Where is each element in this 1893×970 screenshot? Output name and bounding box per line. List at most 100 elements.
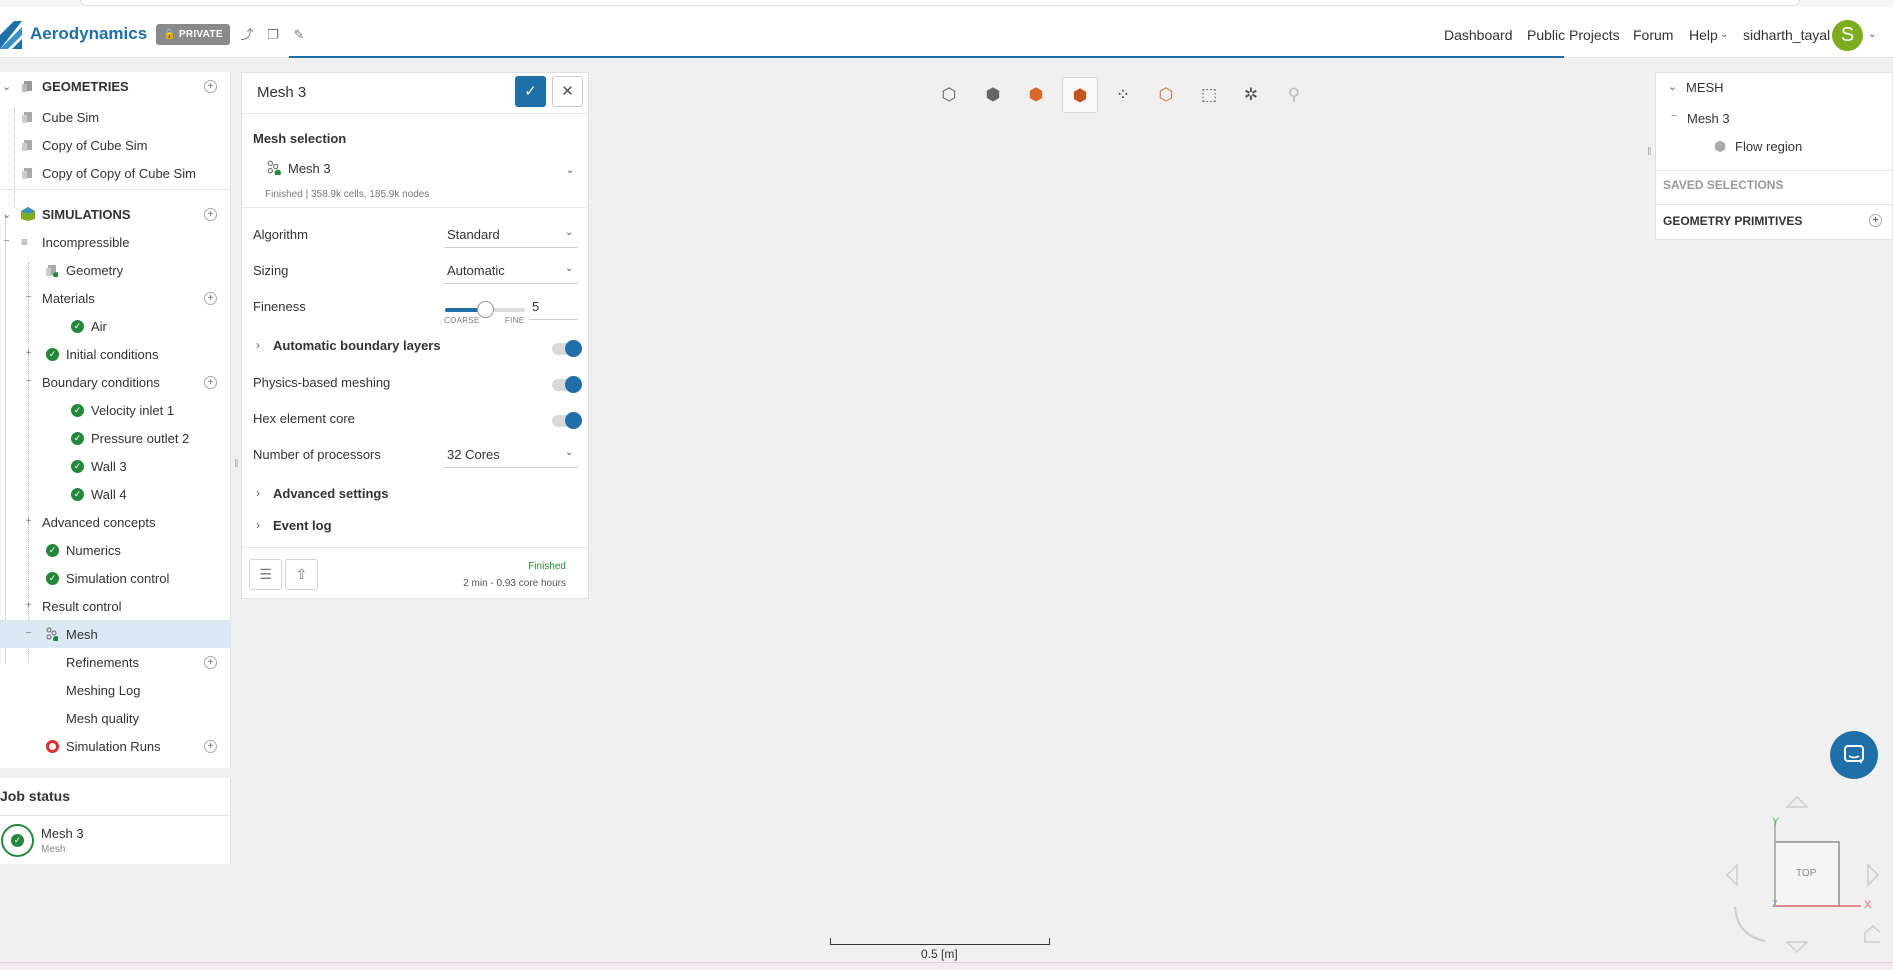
tree-item-meshing-log[interactable]: Meshing Log [0, 676, 231, 704]
user-chevron-down-icon[interactable]: ⌄ [1868, 29, 1876, 40]
edit-icon[interactable]: ✎ [291, 27, 307, 43]
tree-item-boundary-1[interactable]: ✓ Velocity inlet 1 [0, 396, 231, 424]
tree-item-numerics[interactable]: ✓ Numerics [0, 536, 231, 564]
saved-selections-section[interactable]: SAVED SELECTIONS [1656, 178, 1893, 198]
chevron-down-icon[interactable]: ⌄ [1668, 80, 1677, 93]
mesh-clip-tool[interactable]: ✲ [1233, 77, 1269, 113]
home-view-icon [1864, 925, 1880, 943]
hex-core-toggle[interactable] [552, 412, 582, 429]
fineness-input[interactable]: 5 [532, 299, 539, 314]
job-name[interactable]: Mesh 3 [41, 826, 84, 841]
collapse-icon[interactable]: − [24, 376, 33, 387]
add-geometry-icon[interactable]: + [204, 79, 217, 93]
collapse-icon[interactable]: − [24, 292, 33, 303]
check-icon: ✓ [524, 83, 537, 100]
tree-item-advanced-concepts[interactable]: + Advanced concepts [0, 508, 231, 536]
add-primitive-icon[interactable]: + [1869, 214, 1882, 227]
nav-forum[interactable]: Forum [1633, 27, 1673, 43]
nav-help[interactable]: Help [1689, 27, 1718, 43]
username[interactable]: sidharth_tayal [1743, 27, 1830, 43]
box-select-tool[interactable]: ⬚ [1191, 77, 1227, 113]
add-boundary-icon[interactable]: + [204, 375, 217, 389]
geometry-label: Copy of Cube Sim [42, 137, 148, 153]
upload-button[interactable]: ⇧ [285, 559, 318, 590]
help-chevron-down-icon[interactable]: ⌄ [1720, 29, 1728, 40]
tree-item-boundary-2[interactable]: ✓ Pressure outlet 2 [0, 424, 231, 452]
chevron-down-icon[interactable]: ⌄ [2, 208, 11, 221]
processors-select[interactable]: 32 Cores [447, 447, 500, 462]
expand-icon[interactable]: + [24, 348, 33, 359]
tree-item-mesh[interactable]: − Mesh [0, 620, 231, 648]
view-wireframe-tool[interactable]: ⬡ [931, 77, 967, 113]
tree-item-geometry-1[interactable]: Cube Sim [0, 103, 231, 131]
mesh-section-header[interactable]: ⌄ MESH [1656, 80, 1893, 100]
tree-item-boundary-conditions[interactable]: − Boundary conditions + [0, 368, 231, 396]
view-solid-tool[interactable]: ⬢ [1018, 77, 1054, 113]
view-solid-edges-tool[interactable]: ⬢ [1062, 77, 1098, 113]
add-simulation-icon[interactable]: + [204, 207, 217, 221]
tree-item-materials[interactable]: − Materials + [0, 284, 231, 312]
nav-public-projects[interactable]: Public Projects [1527, 27, 1620, 43]
tree-item-simulation-runs[interactable]: Simulation Runs + [0, 732, 231, 760]
avatar[interactable]: S [1832, 20, 1863, 51]
confirm-button[interactable]: ✓ [515, 76, 546, 107]
algorithm-select[interactable]: Standard [447, 227, 500, 242]
view-surface-tool[interactable]: ⬢ [975, 77, 1011, 113]
tree-item-geometry-2[interactable]: Copy of Cube Sim [0, 131, 231, 159]
boundary-label: Pressure outlet 2 [91, 430, 190, 446]
event-log-label[interactable]: Event log [273, 518, 332, 533]
probe-tool[interactable]: ⚲ [1276, 77, 1312, 113]
chat-support-button[interactable] [1830, 731, 1878, 779]
splitter-handle[interactable]: ‖ [234, 458, 239, 470]
tree-item-mesh-quality[interactable]: Mesh quality [0, 704, 231, 732]
tree-item-result-control[interactable]: + Result control [0, 592, 231, 620]
share-icon[interactable]: ⤴ [239, 27, 255, 43]
tree-item-refinements[interactable]: Refinements + [0, 648, 231, 676]
chevron-down-icon[interactable]: ⌄ [565, 227, 573, 238]
tree-item-air[interactable]: ✓ Air [0, 312, 231, 340]
flow-region-item[interactable]: ⬢ Flow region [1656, 138, 1893, 159]
auto-boundary-toggle[interactable] [552, 340, 582, 357]
tree-item-simulation-control[interactable]: ✓ Simulation control [0, 564, 231, 592]
tree-item-boundary-3[interactable]: ✓ Wall 3 [0, 452, 231, 480]
add-refinement-icon[interactable]: + [204, 655, 217, 669]
collapse-icon[interactable]: − [1671, 111, 1677, 122]
right-splitter-handle[interactable]: ‖ [1647, 146, 1652, 158]
geometry-primitives-section[interactable]: GEOMETRY PRIMITIVES + [1656, 214, 1893, 234]
chevron-right-icon[interactable]: › [256, 486, 260, 500]
mesh-item[interactable]: − Mesh 3 [1656, 111, 1893, 131]
nav-dashboard[interactable]: Dashboard [1444, 27, 1513, 43]
view-cube-label[interactable]: TOP [1796, 868, 1816, 879]
chevron-right-icon[interactable]: › [256, 338, 260, 352]
close-button[interactable]: ✕ [552, 76, 583, 107]
view-transparent-tool[interactable]: ⬡ [1148, 77, 1184, 113]
project-title[interactable]: Aerodynamics [30, 24, 147, 44]
list-button[interactable]: ☰ [249, 559, 282, 590]
sizing-select[interactable]: Automatic [447, 263, 505, 278]
collapse-icon[interactable]: − [2, 236, 11, 247]
add-material-icon[interactable]: + [204, 291, 217, 305]
geometry-label: Cube Sim [42, 109, 100, 125]
view-points-tool[interactable]: ⁘ [1105, 77, 1141, 113]
tree-item-boundary-4[interactable]: ✓ Wall 4 [0, 480, 231, 508]
advanced-settings-label[interactable]: Advanced settings [273, 486, 389, 501]
geometries-section[interactable]: ⌄ GEOMETRIES + [0, 72, 231, 100]
copy-icon[interactable]: ❐ [265, 27, 281, 43]
tree-item-geometry[interactable]: Geometry [0, 256, 231, 284]
chevron-right-icon[interactable]: › [256, 518, 260, 532]
simulations-section[interactable]: ⌄ SIMULATIONS + [0, 200, 231, 228]
physics-meshing-toggle[interactable] [552, 376, 582, 393]
tree-item-initial-conditions[interactable]: + ✓ Initial conditions [0, 340, 231, 368]
expand-icon[interactable]: + [24, 516, 33, 527]
collapse-icon[interactable]: − [24, 628, 33, 639]
chevron-down-icon[interactable]: ⌄ [565, 447, 573, 458]
app-logo-icon[interactable] [0, 21, 22, 49]
chevron-down-icon[interactable]: ⌄ [2, 80, 11, 93]
expand-icon[interactable]: + [24, 600, 33, 611]
chevron-down-icon[interactable]: ⌄ [565, 263, 573, 274]
tree-item-incompressible[interactable]: − ≡ Incompressible [0, 228, 231, 256]
result-control-label: Result control [42, 598, 122, 614]
add-run-icon[interactable]: + [204, 739, 217, 753]
fineness-slider[interactable] [445, 301, 525, 318]
tree-item-geometry-3[interactable]: Copy of Copy of Cube Sim [0, 159, 231, 187]
